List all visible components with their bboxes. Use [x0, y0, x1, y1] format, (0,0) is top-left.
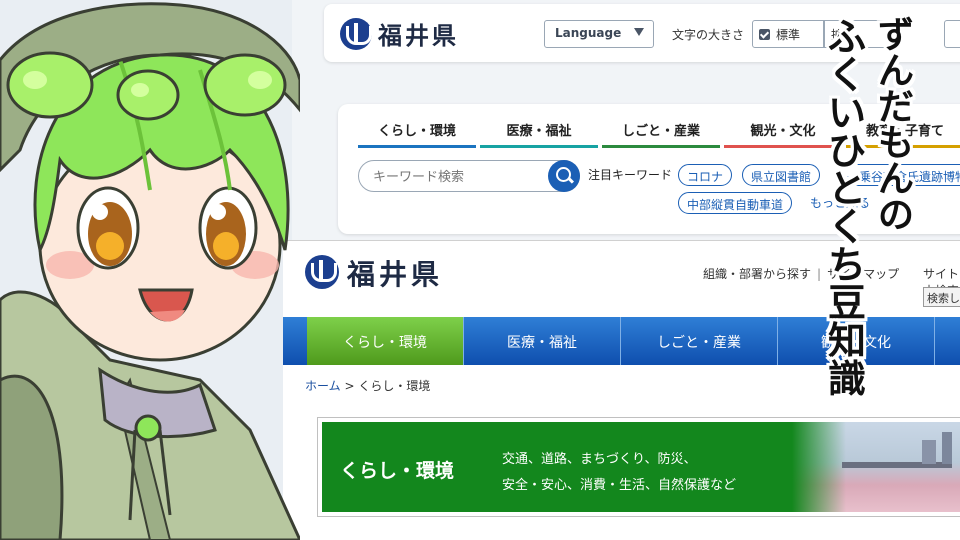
- org-search-link[interactable]: 組織・部署から探す: [703, 267, 811, 281]
- keyword-chip[interactable]: 中部縦貫自動車道: [678, 192, 793, 214]
- keyword-chip[interactable]: コロナ: [678, 164, 733, 186]
- hero-description-line1: 交通、道路、まちづくり、防災、: [502, 452, 697, 467]
- text-size-large-button[interactable]: 拡大: [824, 20, 896, 48]
- site-logo-text[interactable]: 福井県: [378, 16, 459, 51]
- breadcrumb-home-link[interactable]: ホーム: [305, 379, 341, 393]
- old-site-nav-bar: くらし・環境 医療・福祉 しごと・産業 観光・文化: [283, 317, 960, 365]
- nav-tab-work[interactable]: しごと・産業: [602, 118, 720, 148]
- separator: |: [817, 267, 822, 281]
- new-site-screenshot: 福井県 Language 文字の大きさ 標準 拡大 くらし・環境 医療・福祉 し…: [292, 0, 960, 250]
- new-site-nav-panel: くらし・環境 医療・福祉 しごと・産業 観光・文化 教育・子育て 注目キーワード…: [338, 104, 960, 234]
- language-select-label: Language: [555, 26, 622, 40]
- featured-keywords-label: 注目キーワード: [588, 168, 673, 182]
- text-size-standard-label: 標準: [776, 28, 801, 42]
- old-nav-tab-living[interactable]: くらし・環境: [307, 317, 464, 365]
- hero-banner-inner: くらし・環境 交通、道路、まちづくり、防災、 安全・安心、消費・生活、自然保護な…: [322, 422, 960, 512]
- old-nav-tab-work[interactable]: しごと・産業: [621, 317, 778, 365]
- text-size-standard-button[interactable]: 標準: [752, 20, 824, 48]
- text-size-label: 文字の大きさ: [672, 28, 745, 42]
- breadcrumb: ホーム > くらし・環境: [305, 377, 430, 394]
- chevron-down-icon: [634, 28, 644, 36]
- hero-description-line2: 安全・安心、消費・生活、自然保護など: [502, 478, 737, 493]
- keyword-chip[interactable]: 県立図書館: [742, 164, 821, 186]
- keyword-search-input[interactable]: [358, 160, 580, 192]
- sitemap-link[interactable]: サイトマップ: [827, 267, 899, 281]
- site-search-button[interactable]: 検索し: [923, 287, 960, 307]
- old-site-logo-text[interactable]: 福井県: [347, 253, 443, 293]
- color-button[interactable]: [944, 20, 960, 48]
- old-nav-tab-tourism[interactable]: 観光・文化: [778, 317, 935, 365]
- nav-tab-living[interactable]: くらし・環境: [358, 118, 476, 148]
- nav-tab-education[interactable]: 教育・子育て: [846, 118, 960, 148]
- category-hero-banner: くらし・環境 交通、道路、まちづくり、防災、 安全・安心、消費・生活、自然保護な…: [317, 417, 960, 517]
- breadcrumb-separator: >: [344, 379, 355, 393]
- new-site-header: 福井県 Language 文字の大きさ 標準 拡大: [324, 4, 960, 62]
- old-site-screenshot: 福井県 組織・部署から探す|サイトマップ サイト内検索 検索し くらし・環境 医…: [283, 240, 960, 540]
- fukui-emblem-icon[interactable]: [305, 255, 339, 289]
- hero-photo-building: [942, 432, 952, 464]
- old-nav-tab-medical[interactable]: 医療・福祉: [464, 317, 621, 365]
- text-size-large-label: 拡大: [831, 28, 856, 42]
- breadcrumb-current: くらし・環境: [358, 379, 431, 393]
- utility-links: 組織・部署から探す | サイトマップ: [703, 265, 899, 282]
- hero-photo-building: [922, 440, 936, 464]
- old-nav-tab-next[interactable]: [935, 317, 960, 365]
- zundamon-character-illustration: [0, 2, 300, 540]
- more-keywords-link[interactable]: もっと見る: [810, 194, 870, 211]
- language-select[interactable]: Language: [544, 20, 654, 48]
- checkbox-checked-icon: [759, 29, 770, 40]
- thumbnail-stage: 福井県 Language 文字の大きさ 標準 拡大 くらし・環境 医療・福祉 し…: [0, 0, 960, 540]
- fukui-emblem-icon[interactable]: [340, 18, 372, 50]
- nav-tab-medical[interactable]: 医療・福祉: [480, 118, 598, 148]
- keyword-chip[interactable]: 一乗谷朝倉氏遺跡博物館: [838, 164, 960, 186]
- nav-tab-tourism[interactable]: 観光・文化: [724, 118, 842, 148]
- search-icon[interactable]: [548, 160, 580, 192]
- hero-title: くらし・環境: [340, 460, 455, 482]
